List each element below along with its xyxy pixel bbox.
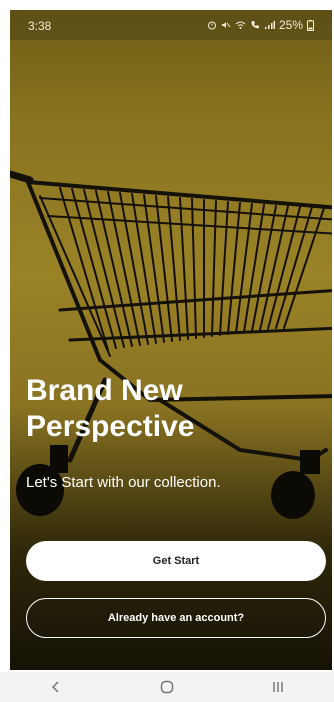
status-bar: 3:38 25% [10, 10, 332, 40]
call-icon [251, 21, 259, 29]
hero-title: Brand New Perspective [26, 373, 194, 445]
chevron-left-icon [51, 681, 59, 693]
hero-title-line1: Brand New [26, 374, 183, 407]
alarm-icon [207, 21, 216, 30]
app-screen: 3:38 25% Brand New Perspective Let's Sta… [0, 0, 334, 702]
battery-level: 25% [278, 18, 303, 32]
onboarding-screen: 3:38 25% Brand New Perspective Let's Sta… [10, 10, 332, 670]
login-button[interactable]: Already have an account? [26, 598, 326, 638]
battery-icon [307, 19, 314, 31]
get-start-button[interactable]: Get Start [26, 541, 326, 581]
mute-icon [221, 22, 231, 28]
nav-back-button[interactable] [36, 675, 76, 699]
nav-home-button[interactable] [147, 675, 187, 699]
status-time: 3:38 [28, 19, 52, 33]
system-nav-bar [0, 672, 334, 702]
signal-icon [264, 21, 275, 29]
wifi-icon [235, 21, 246, 29]
recents-icon [273, 682, 284, 692]
status-icons: 25% [207, 18, 314, 32]
nav-recents-button[interactable] [258, 675, 298, 699]
hero-title-line2: Perspective [26, 410, 195, 443]
hero-subtitle: Let's Start with our collection. [26, 474, 221, 491]
home-circle-icon [160, 680, 174, 694]
